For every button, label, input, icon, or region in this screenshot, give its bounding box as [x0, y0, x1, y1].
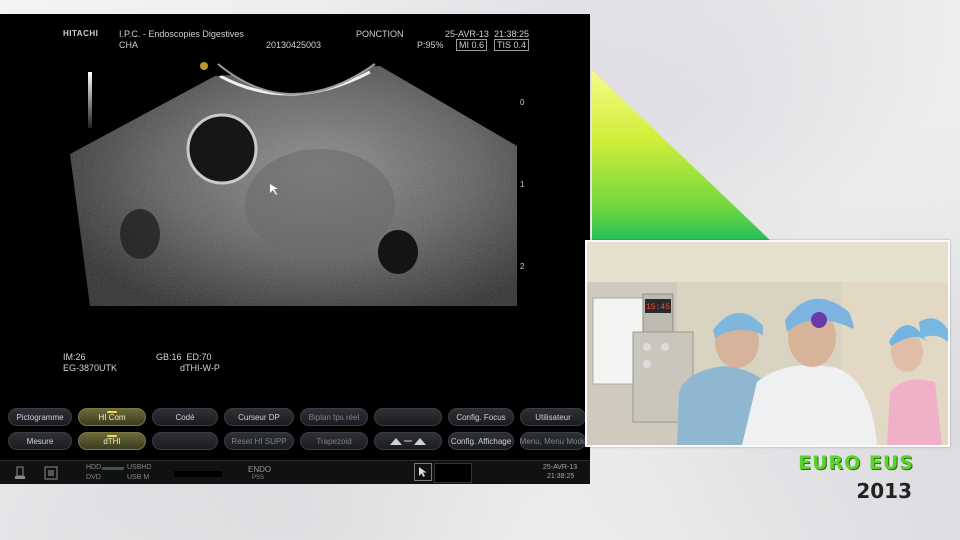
pan-arrows-icon	[390, 438, 426, 445]
softkey-pan-arrows[interactable]	[374, 432, 442, 450]
status-bar: HDD DVD USBHD USB M ENDO PSS 25-AVR-13 2…	[0, 460, 590, 484]
operating-room-video: 15:45	[587, 242, 948, 445]
wall-clock-time: 15:45	[646, 303, 670, 312]
depth-mark-2: 2	[520, 262, 525, 271]
depth-mark-1: 1	[520, 180, 525, 189]
probe-icon	[15, 466, 25, 479]
softkey-mesure[interactable]: Mesure	[8, 432, 72, 450]
softkey-reset-hi-supp[interactable]: Reset HI SUPP	[224, 432, 294, 450]
imaging-mode: dTHI-W-P	[180, 363, 220, 373]
pss-label: PSS	[252, 475, 265, 481]
softkey-empty-1[interactable]	[374, 408, 442, 426]
dynamic-range-readout: ED:70	[186, 352, 212, 362]
softkey-code[interactable]: Codé	[152, 408, 218, 426]
probe-model: EG-3870UTK	[63, 363, 118, 373]
gray-scale-bar	[88, 72, 92, 128]
cursor-icon	[419, 467, 427, 477]
brand-title: EURO EUS	[798, 452, 914, 474]
endo-label: ENDO	[248, 465, 272, 474]
image-info-right: GB:16 ED:70 dTHI-W-P	[156, 352, 220, 374]
usb-m-label: USB M	[127, 474, 150, 481]
patient-label: CHA	[119, 40, 139, 50]
institution-label: I.P.C. - Endoscopies Digestives	[119, 29, 244, 39]
dvd-label: DVD	[86, 474, 101, 481]
manufacturer-logo: HITACHI	[63, 29, 99, 38]
softkey-config-focus[interactable]: Config. Focus	[448, 408, 514, 426]
date-readout: 25-AVR-13	[445, 29, 489, 39]
softkey-curseur-dp[interactable]: Curseur DP	[224, 408, 294, 426]
active-indicator	[107, 435, 117, 437]
active-indicator	[107, 411, 117, 413]
tis-readout: TIS 0.4	[494, 39, 530, 51]
hdd-label: HDD	[86, 464, 102, 471]
status-date: 25-AVR-13	[543, 464, 578, 471]
image-info-left: IM:26 EG-3870UTK	[63, 352, 117, 374]
softkey-utilisateur[interactable]: Utilisateur	[520, 408, 586, 426]
mode-label: PONCTION	[356, 29, 404, 39]
image-number: IM:26	[63, 352, 86, 362]
time-readout: 21:38:25	[494, 29, 530, 39]
pointer-button[interactable]	[414, 463, 432, 481]
power-readout: P:95%	[417, 40, 444, 50]
camera-inset: 15:45	[585, 240, 950, 447]
study-id: 20130425003	[266, 40, 322, 50]
progress-slot	[174, 471, 222, 477]
depth-mark-0: 0	[520, 98, 525, 107]
mi-readout: MI 0.6	[456, 39, 488, 51]
softkey-biplan[interactable]: Biplan tps réel	[300, 408, 368, 426]
status-time: 21:38:25	[547, 473, 575, 480]
thumbnail-slot	[434, 463, 472, 483]
softkey-dthi[interactable]: dTHI	[78, 432, 146, 450]
softkey-hi-com[interactable]: HI Com	[78, 408, 146, 426]
media-icon	[44, 466, 58, 480]
softkey-menu-mode[interactable]: Menu, Menu Mode	[520, 432, 586, 450]
gain-readout: GB:16	[156, 352, 182, 362]
softkey-empty-2[interactable]	[152, 432, 218, 450]
ultrasound-monitor: HITACHI I.P.C. - Endoscopies Digestives …	[0, 14, 590, 484]
softkey-pictogramme[interactable]: Pictogramme	[8, 408, 72, 426]
brand-year: 2013	[856, 479, 912, 503]
hdd-usage-bar	[102, 467, 124, 470]
softkey-trapezoid[interactable]: Trapezoid	[300, 432, 368, 450]
usb-hd-label: USBHD	[127, 464, 152, 471]
softkey-config-affichage[interactable]: Config. Affichage	[448, 432, 514, 450]
